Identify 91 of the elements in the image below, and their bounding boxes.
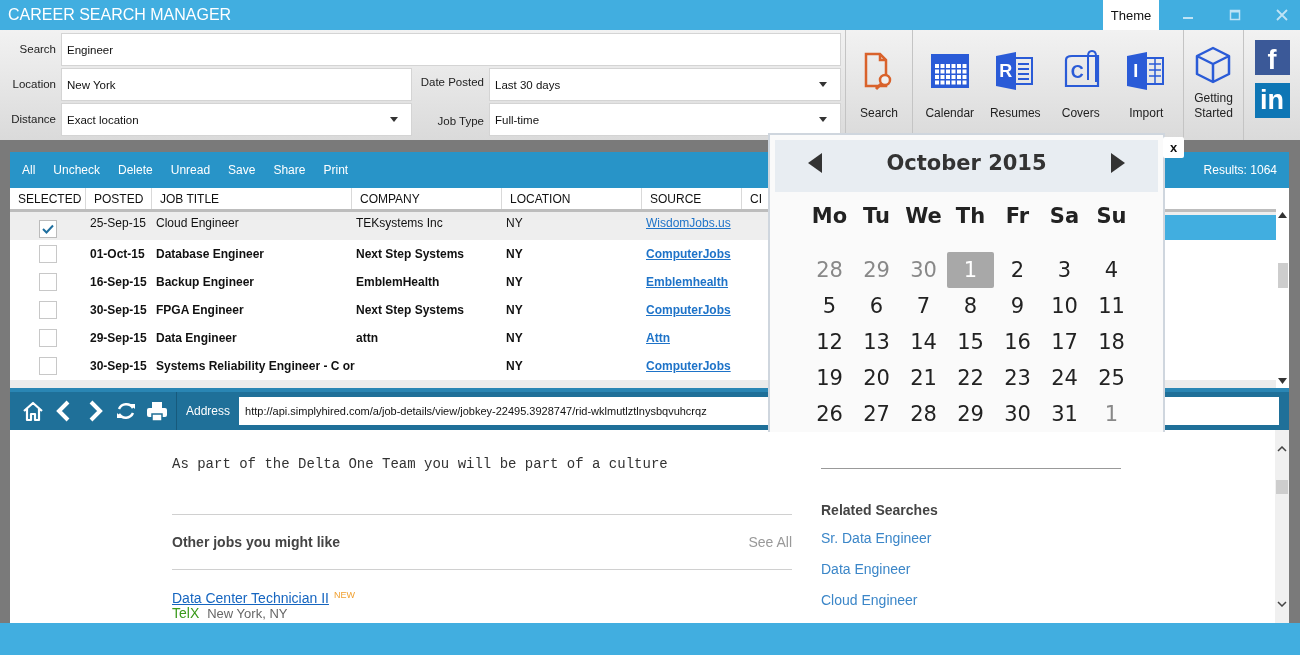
table-cell: EmblemHealth	[356, 275, 440, 289]
caret-icon	[819, 82, 827, 87]
section-heading: Other jobs you might like	[172, 534, 341, 550]
previous-month-icon[interactable]	[808, 153, 822, 173]
month-title: October 2015	[886, 151, 1047, 175]
job-link[interactable]: Data Center Technician II	[172, 590, 329, 606]
table-cell: NY	[506, 331, 523, 345]
checkbox[interactable]	[39, 357, 57, 375]
next-month-icon[interactable]	[1111, 153, 1125, 173]
field-label: Distance	[10, 112, 57, 127]
table-cell: Database Engineer	[156, 247, 265, 261]
table-cell: FPGA Engineer	[156, 303, 244, 317]
column-header[interactable]: JOB TITLE	[152, 188, 352, 209]
facebook-button[interactable]: f	[1254, 40, 1290, 75]
scroll-down-icon[interactable]	[1277, 601, 1287, 607]
table-cell: 30-Sep-15	[90, 303, 147, 317]
input-field[interactable]: Engineer	[61, 33, 841, 66]
table-cell: 01-Oct-15	[90, 247, 145, 261]
job-description: As part of the Delta One Team you will be part of a culture	[172, 456, 792, 515]
covers-button[interactable]: C Covers	[1050, 30, 1111, 140]
scroll-up-icon[interactable]	[1277, 446, 1287, 452]
table-cell: NY	[506, 275, 523, 289]
source-link[interactable]: WisdomJobs.us	[646, 216, 731, 230]
results-count: Results: 1064	[1203, 163, 1277, 177]
icon-letter: R	[999, 61, 1013, 82]
window-title: CAREER SEARCH MANAGER	[7, 6, 233, 24]
source-link[interactable]: Attn	[646, 331, 670, 345]
table-cell: Next Step Systems	[356, 247, 465, 261]
icon-letter: I	[1133, 61, 1139, 82]
home-icon[interactable]	[22, 400, 44, 422]
source-link[interactable]: ComputerJobs	[646, 359, 731, 373]
field-label: Location	[11, 77, 57, 92]
source-link[interactable]: ComputerJobs	[646, 303, 731, 317]
source-link[interactable]: ComputerJobs	[646, 247, 731, 261]
field-label: Job Type	[436, 114, 485, 129]
related-search-link[interactable]: Cloud Engineer	[821, 592, 1121, 623]
table-cell: 25-Sep-15	[90, 216, 147, 230]
company-name: TelX	[172, 605, 200, 621]
table-cell: 30-Sep-15	[90, 359, 147, 373]
checkbox[interactable]	[39, 273, 57, 291]
table-cell: TEKsystems Inc	[356, 216, 443, 230]
table-cell: NY	[506, 247, 523, 261]
column-header[interactable]: LOCATION	[502, 188, 642, 209]
scroll-down-icon[interactable]	[1278, 378, 1287, 384]
table-cell: Cloud Engineer	[156, 216, 239, 230]
scroll-up-icon[interactable]	[1278, 212, 1287, 218]
job-location: New York, NY	[207, 606, 288, 621]
table-cell: attn	[356, 331, 378, 345]
source-link[interactable]: Emblemhealth	[646, 275, 729, 289]
getting-started-button[interactable]: Getting Started	[1188, 30, 1239, 140]
column-header[interactable]: POSTED	[86, 188, 152, 209]
checkbox[interactable]	[39, 329, 57, 347]
linkedin-button[interactable]: in	[1254, 83, 1290, 118]
dropdown[interactable]: Exact location	[61, 103, 412, 136]
table-cell: Systems Reliability Engineer - C or	[156, 359, 355, 373]
search-button[interactable]: Search	[849, 30, 909, 140]
table-cell: Data Engineer	[156, 331, 237, 345]
scroll-thumb[interactable]	[1276, 480, 1288, 494]
input-field[interactable]: New York	[61, 68, 412, 101]
column-header[interactable]: SELECTED	[10, 188, 86, 209]
checkbox[interactable]	[39, 245, 57, 263]
dropdown[interactable]: Full-time	[489, 103, 841, 136]
table-cell: NY	[506, 359, 523, 373]
checkbox[interactable]	[39, 220, 57, 238]
table-cell: Backup Engineer	[156, 275, 255, 289]
column-header[interactable]: COMPANY	[352, 188, 502, 209]
table-cell: Next Step Systems	[356, 303, 465, 317]
field-label: Search	[18, 42, 57, 57]
related-search-link[interactable]: Data Engineer	[821, 561, 1121, 592]
caret-icon	[390, 117, 398, 122]
theme-button[interactable]: Theme	[1103, 0, 1159, 30]
table-cell: 29-Sep-15	[90, 331, 147, 345]
dropdown[interactable]: Last 30 days	[489, 68, 841, 101]
checkmark-icon	[42, 224, 54, 234]
caret-icon	[819, 117, 827, 122]
scroll-thumb[interactable]	[1277, 263, 1288, 288]
address-label: Address	[185, 404, 232, 418]
column-header[interactable]: SOURCE	[642, 188, 742, 209]
close-button[interactable]: x	[1163, 137, 1184, 158]
print-icon[interactable]	[146, 400, 168, 422]
refresh-icon[interactable]	[115, 400, 137, 422]
table-cell: 16-Sep-15	[90, 275, 147, 289]
icon-letter: C	[1070, 62, 1084, 83]
table-cell: NY	[506, 216, 523, 230]
new-label: NEW	[333, 590, 355, 600]
section-heading: Related Searches	[821, 502, 939, 518]
table-cell: NY	[506, 303, 523, 317]
related-search-link[interactable]: Sr. Data Engineer	[821, 530, 1121, 561]
field-label: Date Posted	[419, 75, 485, 90]
scrollbar[interactable]	[1275, 430, 1289, 623]
checkbox[interactable]	[39, 301, 57, 319]
